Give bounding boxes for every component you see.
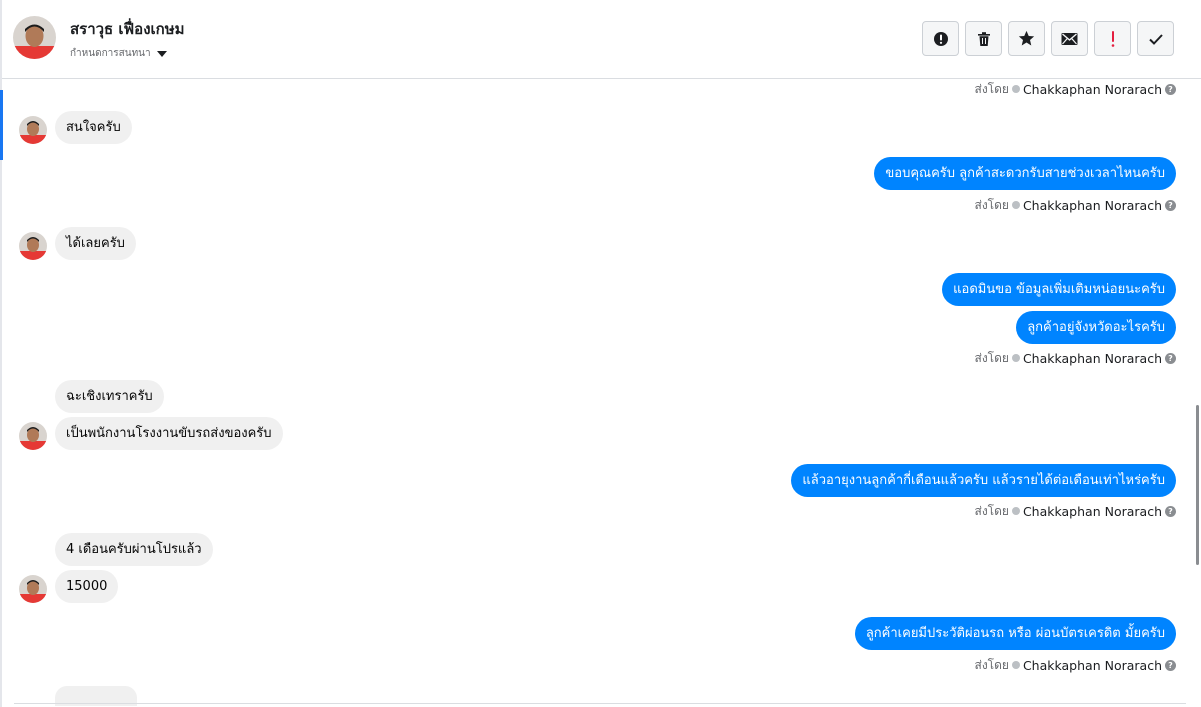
conversation-settings-dropdown[interactable]: กำหนดการสนทนา [70,46,167,61]
conversation-header: สราวุธ เฟื่องเกษม กำหนดการสนทนา [2,0,1201,79]
sent-by-line: ส่งโดย Chakkaphan Norarach ? [974,350,1176,366]
contact-avatar-icon[interactable] [19,575,47,603]
composer-divider [14,703,1186,704]
sent-by-label: ส่งโดย [974,503,1009,518]
message-list-scrollbar[interactable] [1196,405,1199,565]
outgoing-message[interactable]: แอดมินขอ ข้อมูลเพิ่มเติมหน่อยนะครับ [942,273,1176,306]
star-button[interactable] [1008,21,1045,56]
sender-name: Chakkaphan Norarach [1022,503,1162,519]
incoming-message[interactable]: 15000 [55,570,119,603]
conversation-view: สราวุธ เฟื่องเกษม กำหนดการสนทนา ส่งโดย C… [0,0,1201,707]
alert-circle-icon [933,31,948,46]
sent-by-line: ส่งโดย Chakkaphan Norarach ? [974,657,1176,673]
sent-by-label: ส่งโดย [974,350,1009,365]
help-icon[interactable]: ? [1165,659,1176,671]
help-icon[interactable]: ? [1165,199,1176,211]
sent-by-label: ส่งโดย [974,197,1009,212]
sent-by-line: ส่งโดย Chakkaphan Norarach ? [974,503,1176,519]
caret-down-icon [156,50,167,57]
sender-name: Chakkaphan Norarach [1022,81,1162,97]
mark-done-button[interactable] [1137,21,1174,56]
conversation-settings-label: กำหนดการสนทนา [70,48,151,59]
envelope-icon [1061,32,1078,45]
incoming-message[interactable]: ฉะเชิงเทราครับ [55,380,164,413]
outgoing-message[interactable]: ขอบคุณครับ ลูกค้าสะดวกรับสายช่วงเวลาไหนค… [874,157,1176,190]
conversation-toolbar [922,21,1174,56]
help-icon[interactable]: ? [1165,83,1176,95]
sender-status-icon [1011,354,1020,362]
delete-button[interactable] [965,21,1002,56]
incoming-message[interactable]: สนใจครับ [55,111,132,144]
follow-up-button[interactable] [1094,21,1131,56]
outgoing-message[interactable]: ลูกค้าอยู่จังหวัดอะไรครับ [1016,311,1176,344]
sender-status-icon [1011,85,1020,93]
contact-avatar-icon[interactable] [19,232,47,260]
spam-button[interactable] [922,21,959,56]
help-icon[interactable]: ? [1165,352,1176,364]
sender-status-icon [1011,507,1020,515]
incoming-message[interactable]: ได้เลยครับ [55,227,136,260]
mark-unread-button[interactable] [1051,21,1088,56]
active-conversation-marker [0,90,3,160]
trash-icon [977,31,990,46]
star-icon [1018,30,1035,46]
outgoing-message[interactable]: ลูกค้าเคยมีประวัติผ่อนรถ หรือ ผ่อนบัตรเค… [854,617,1176,650]
sender-status-icon [1011,661,1020,669]
sender-status-icon [1011,201,1020,209]
contact-avatar-icon[interactable] [19,422,47,450]
sent-by-label: ส่งโดย [974,657,1009,672]
person-avatar-icon[interactable] [13,16,56,59]
exclamation-icon [1111,30,1114,47]
checkmark-icon [1148,33,1163,45]
sender-name: Chakkaphan Norarach [1022,197,1162,213]
sent-by-label: ส่งโดย [974,81,1009,96]
sender-name: Chakkaphan Norarach [1022,350,1162,366]
incoming-message[interactable]: เป็นพนักงานโรงงานขับรถส่งของครับ [55,417,283,450]
outgoing-message[interactable]: แล้วอายุงานลูกค้ากี่เดือนแล้วครับ แล้วรา… [791,464,1176,497]
sent-by-line: ส่งโดย Chakkaphan Norarach ? [974,81,1176,97]
incoming-message[interactable]: 4 เดือนครับผ่านโปรแล้ว [55,533,213,566]
contact-name: สราวุธ เฟื่องเกษม [70,20,185,38]
contact-avatar-icon[interactable] [19,116,47,144]
sent-by-line: ส่งโดย Chakkaphan Norarach ? [974,197,1176,213]
sender-name: Chakkaphan Norarach [1022,657,1162,673]
help-icon[interactable]: ? [1165,505,1176,517]
